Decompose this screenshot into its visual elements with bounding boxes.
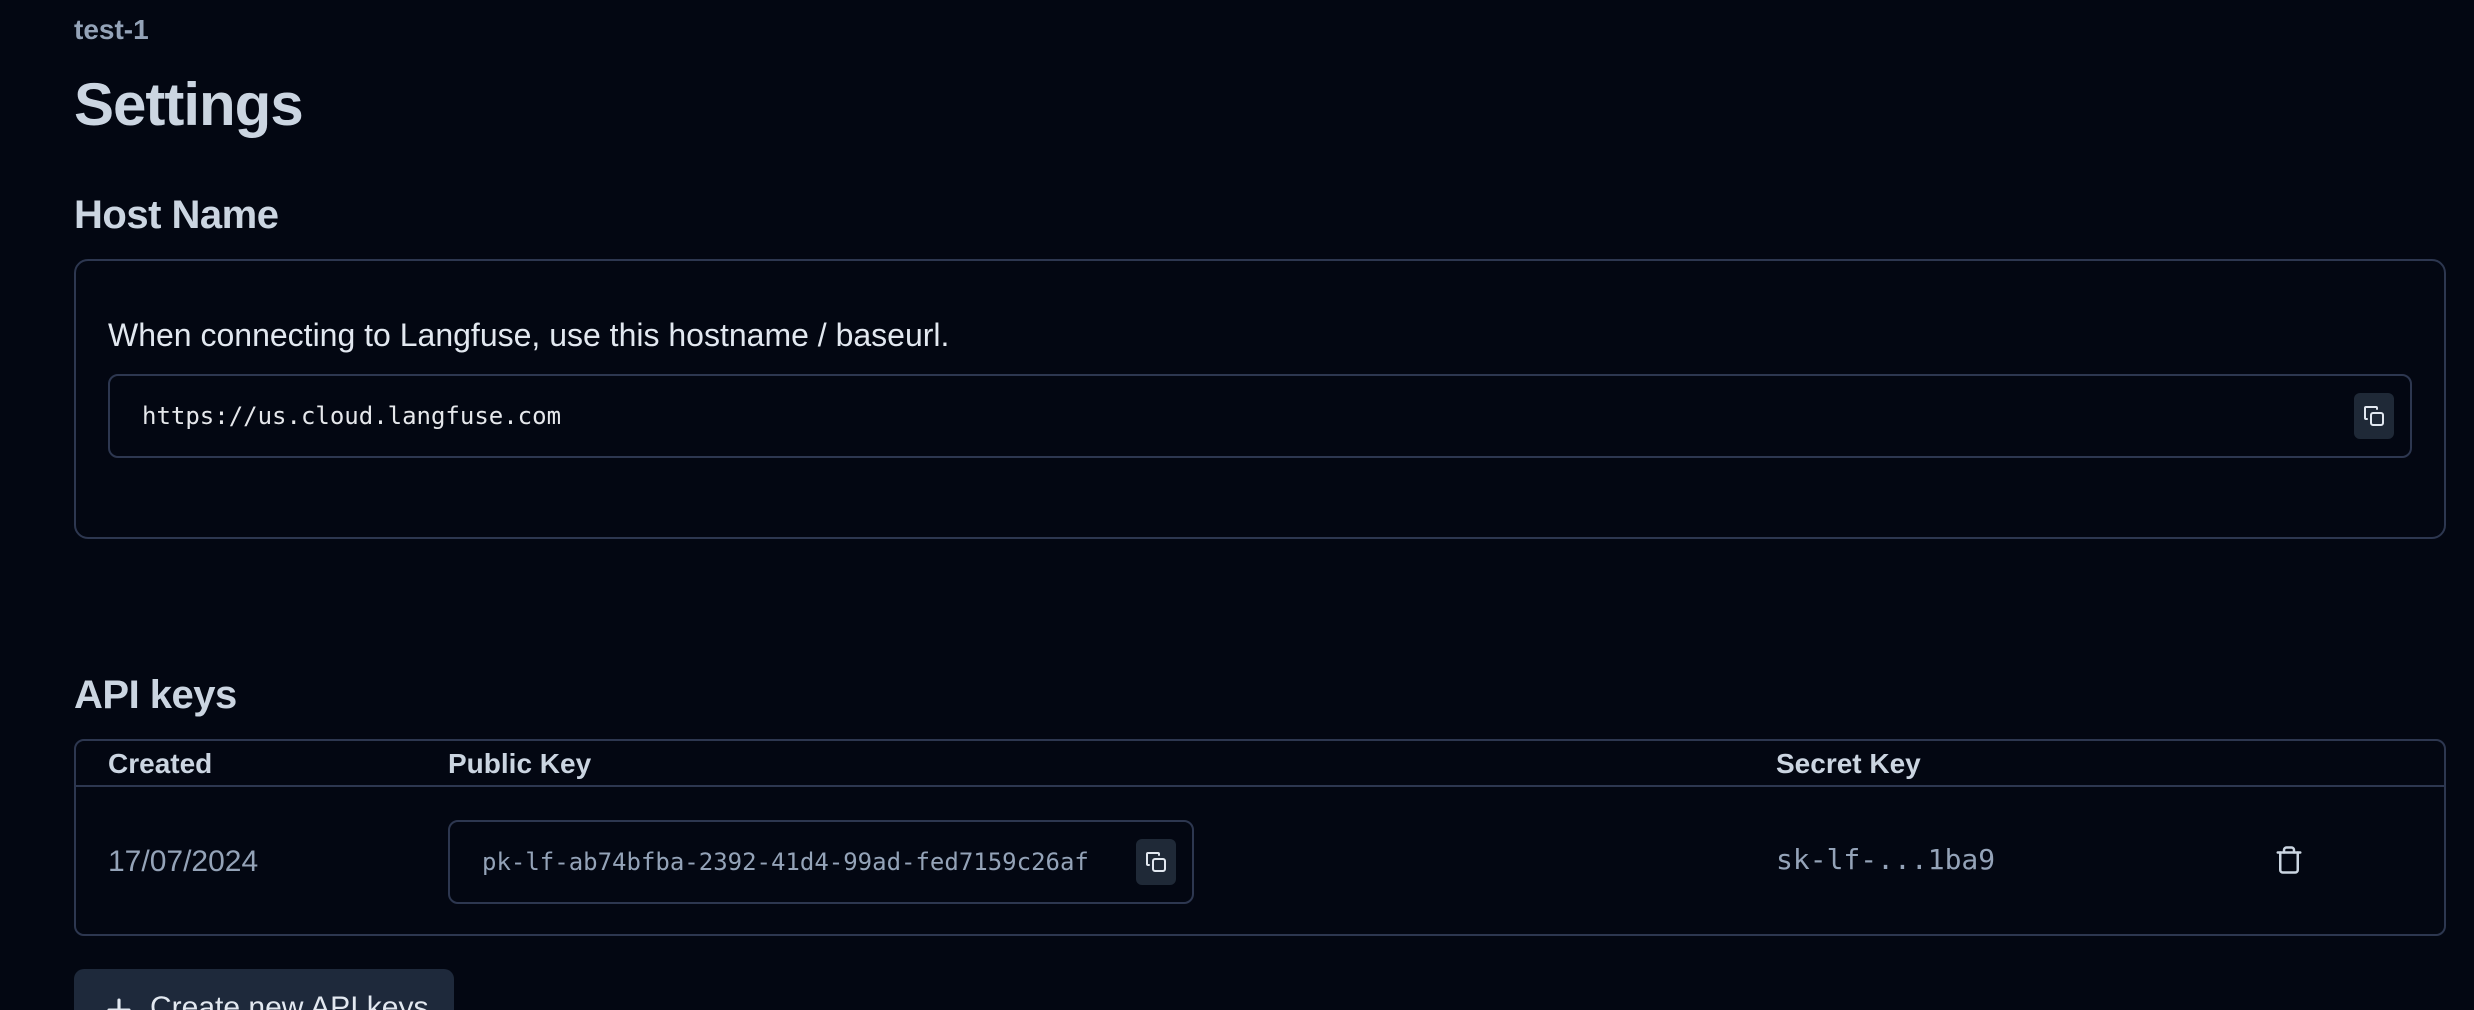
copy-host-url-button[interactable] xyxy=(2354,393,2394,439)
create-api-keys-label: Create new API keys xyxy=(150,991,429,1010)
table-header: Created Public Key Secret Key xyxy=(76,741,2444,787)
settings-page: test-1 Settings Host Name When connectin… xyxy=(0,0,2474,1010)
column-header-created: Created xyxy=(108,748,213,779)
host-url[interactable]: https://us.cloud.langfuse.com xyxy=(142,402,561,430)
host-url-field: https://us.cloud.langfuse.com xyxy=(108,374,2412,458)
public-key-value[interactable]: pk-lf-ab74bfba-2392-41d4-99ad-fed7159c26… xyxy=(482,848,1089,876)
plus-icon xyxy=(107,998,131,1010)
column-header-public-key: Public Key xyxy=(448,748,592,779)
host-name-heading: Host Name xyxy=(74,193,279,237)
project-name: test-1 xyxy=(74,14,149,45)
api-keys-heading: API keys xyxy=(74,673,237,717)
trash-icon xyxy=(2276,846,2302,874)
copy-icon xyxy=(2364,406,2384,426)
created-date: 17/07/2024 xyxy=(108,845,259,878)
copy-public-key-button[interactable] xyxy=(1136,839,1176,885)
secret-key-value: sk-lf-...1ba9 xyxy=(1776,843,1996,876)
host-name-card: When connecting to Langfuse, use this ho… xyxy=(74,259,2446,539)
page-title: Settings xyxy=(74,71,304,138)
copy-icon xyxy=(1146,852,1166,872)
api-keys-table: Created Public Key Secret Key 17/07/2024… xyxy=(74,739,2446,936)
public-key-field: pk-lf-ab74bfba-2392-41d4-99ad-fed7159c26… xyxy=(448,820,1194,904)
table-row: 17/07/2024 pk-lf-ab74bfba-2392-41d4-99ad… xyxy=(76,787,2444,937)
create-api-keys-button[interactable]: Create new API keys xyxy=(74,969,454,1010)
host-description: When connecting to Langfuse, use this ho… xyxy=(108,317,950,353)
delete-api-key-button[interactable] xyxy=(2266,837,2312,883)
column-header-secret-key: Secret Key xyxy=(1776,748,1921,779)
